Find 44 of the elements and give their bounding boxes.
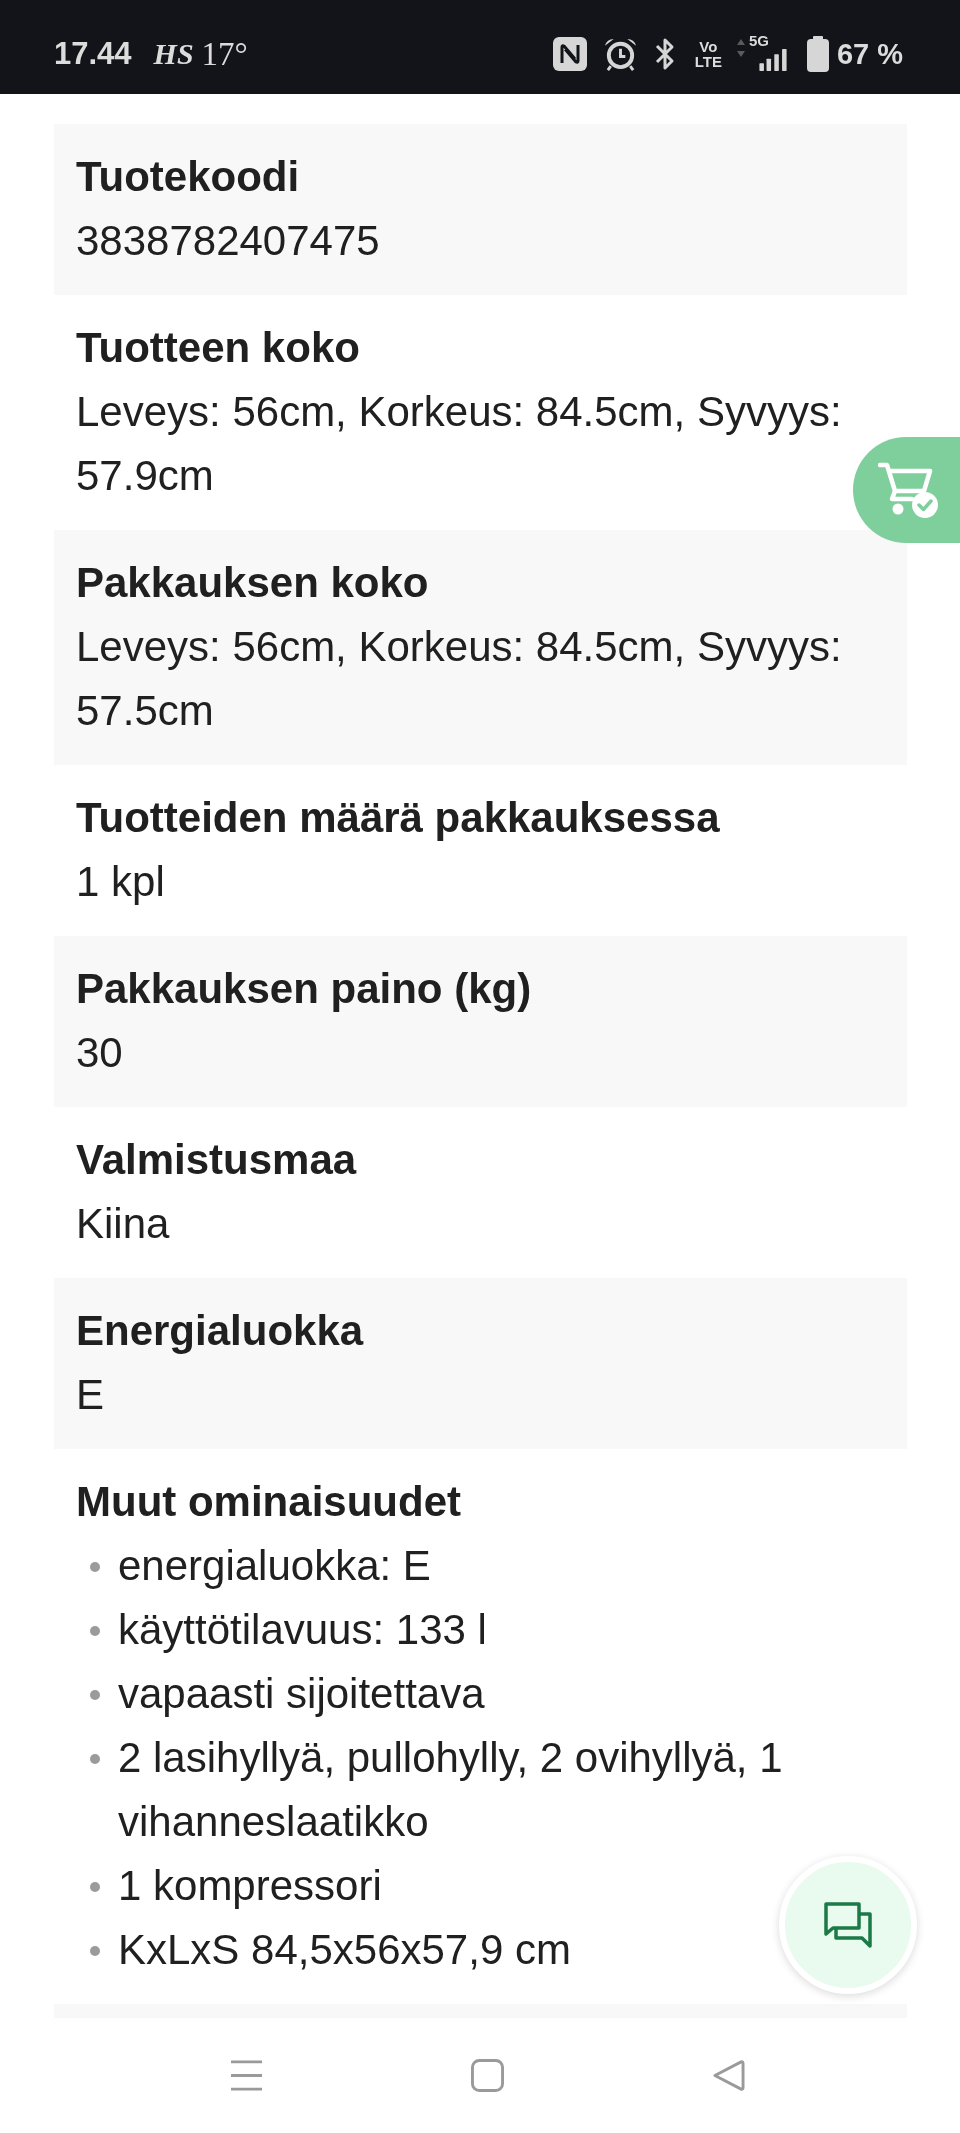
bullet-icon	[90, 1946, 100, 1956]
detail-value: E	[76, 1370, 105, 1420]
bluetooth-icon	[654, 37, 675, 71]
network-type: 5G	[748, 33, 769, 49]
feature-item: KxLxS 84,5x56x57,9 cm	[118, 1925, 571, 1975]
detail-value: Kiina	[76, 1199, 171, 1249]
chat-bubbles-icon	[824, 1902, 872, 1948]
alarm-clock-icon	[602, 36, 638, 72]
battery-icon	[806, 36, 829, 72]
feature-item: energialuokka: E	[118, 1541, 431, 1591]
battery-percentage: 67 %	[836, 37, 903, 71]
detail-label: Valmistusmaa	[76, 1135, 358, 1185]
bullet-icon	[90, 1690, 100, 1700]
square-icon[interactable]	[470, 2059, 504, 2092]
bullet-icon	[90, 1754, 100, 1764]
bullet-icon	[90, 1626, 100, 1636]
detail-label: Muut ominaisuudet	[76, 1477, 462, 1527]
detail-label: Pakkauksen koko	[76, 558, 430, 608]
volte-label: Vo LTE	[694, 39, 722, 69]
data-arrows-icon	[735, 38, 746, 58]
detail-label: Tuotteiden määrä pakkauksessa	[76, 793, 721, 843]
feature-item: vapaasti sijoitettava	[118, 1669, 485, 1719]
detail-label: Pakkauksen paino (kg)	[76, 964, 533, 1014]
detail-value: 30	[76, 1028, 124, 1078]
menu-icon[interactable]	[229, 2059, 263, 2092]
weather-temperature: 17°	[201, 35, 248, 73]
back-icon[interactable]	[711, 2059, 745, 2092]
feature-item: käyttötilavuus: 133 l	[118, 1605, 487, 1655]
detail-value: 3838782407475	[76, 216, 381, 266]
notification-logo: HS	[153, 37, 194, 71]
detail-label: Tuotteen koko	[76, 323, 361, 373]
feature-item: 1 kompressori	[118, 1861, 382, 1911]
bullet-icon	[90, 1562, 100, 1572]
detail-value: Leveys: 56cm, Korkeus: 84.5cm, Syvyys: 57.5cm	[76, 622, 843, 736]
bullet-icon	[90, 1882, 100, 1892]
detail-label: Tuotekoodi	[76, 152, 301, 202]
detail-label: Energialuokka	[76, 1306, 365, 1356]
detail-value: Leveys: 56cm, Korkeus: 84.5cm, Syvyys: 57.9cm	[76, 387, 843, 501]
nfc-icon	[552, 37, 587, 71]
clock-time: 17.44	[54, 36, 132, 72]
cart-button[interactable]	[853, 437, 960, 543]
detail-value: 1 kpl	[76, 857, 166, 907]
cart-check-icon	[878, 461, 940, 519]
feature-item: 2 lasihyllyä, pullohylly, 2 ovihyllyä, 1 vihanneslaatikko	[118, 1733, 784, 1847]
